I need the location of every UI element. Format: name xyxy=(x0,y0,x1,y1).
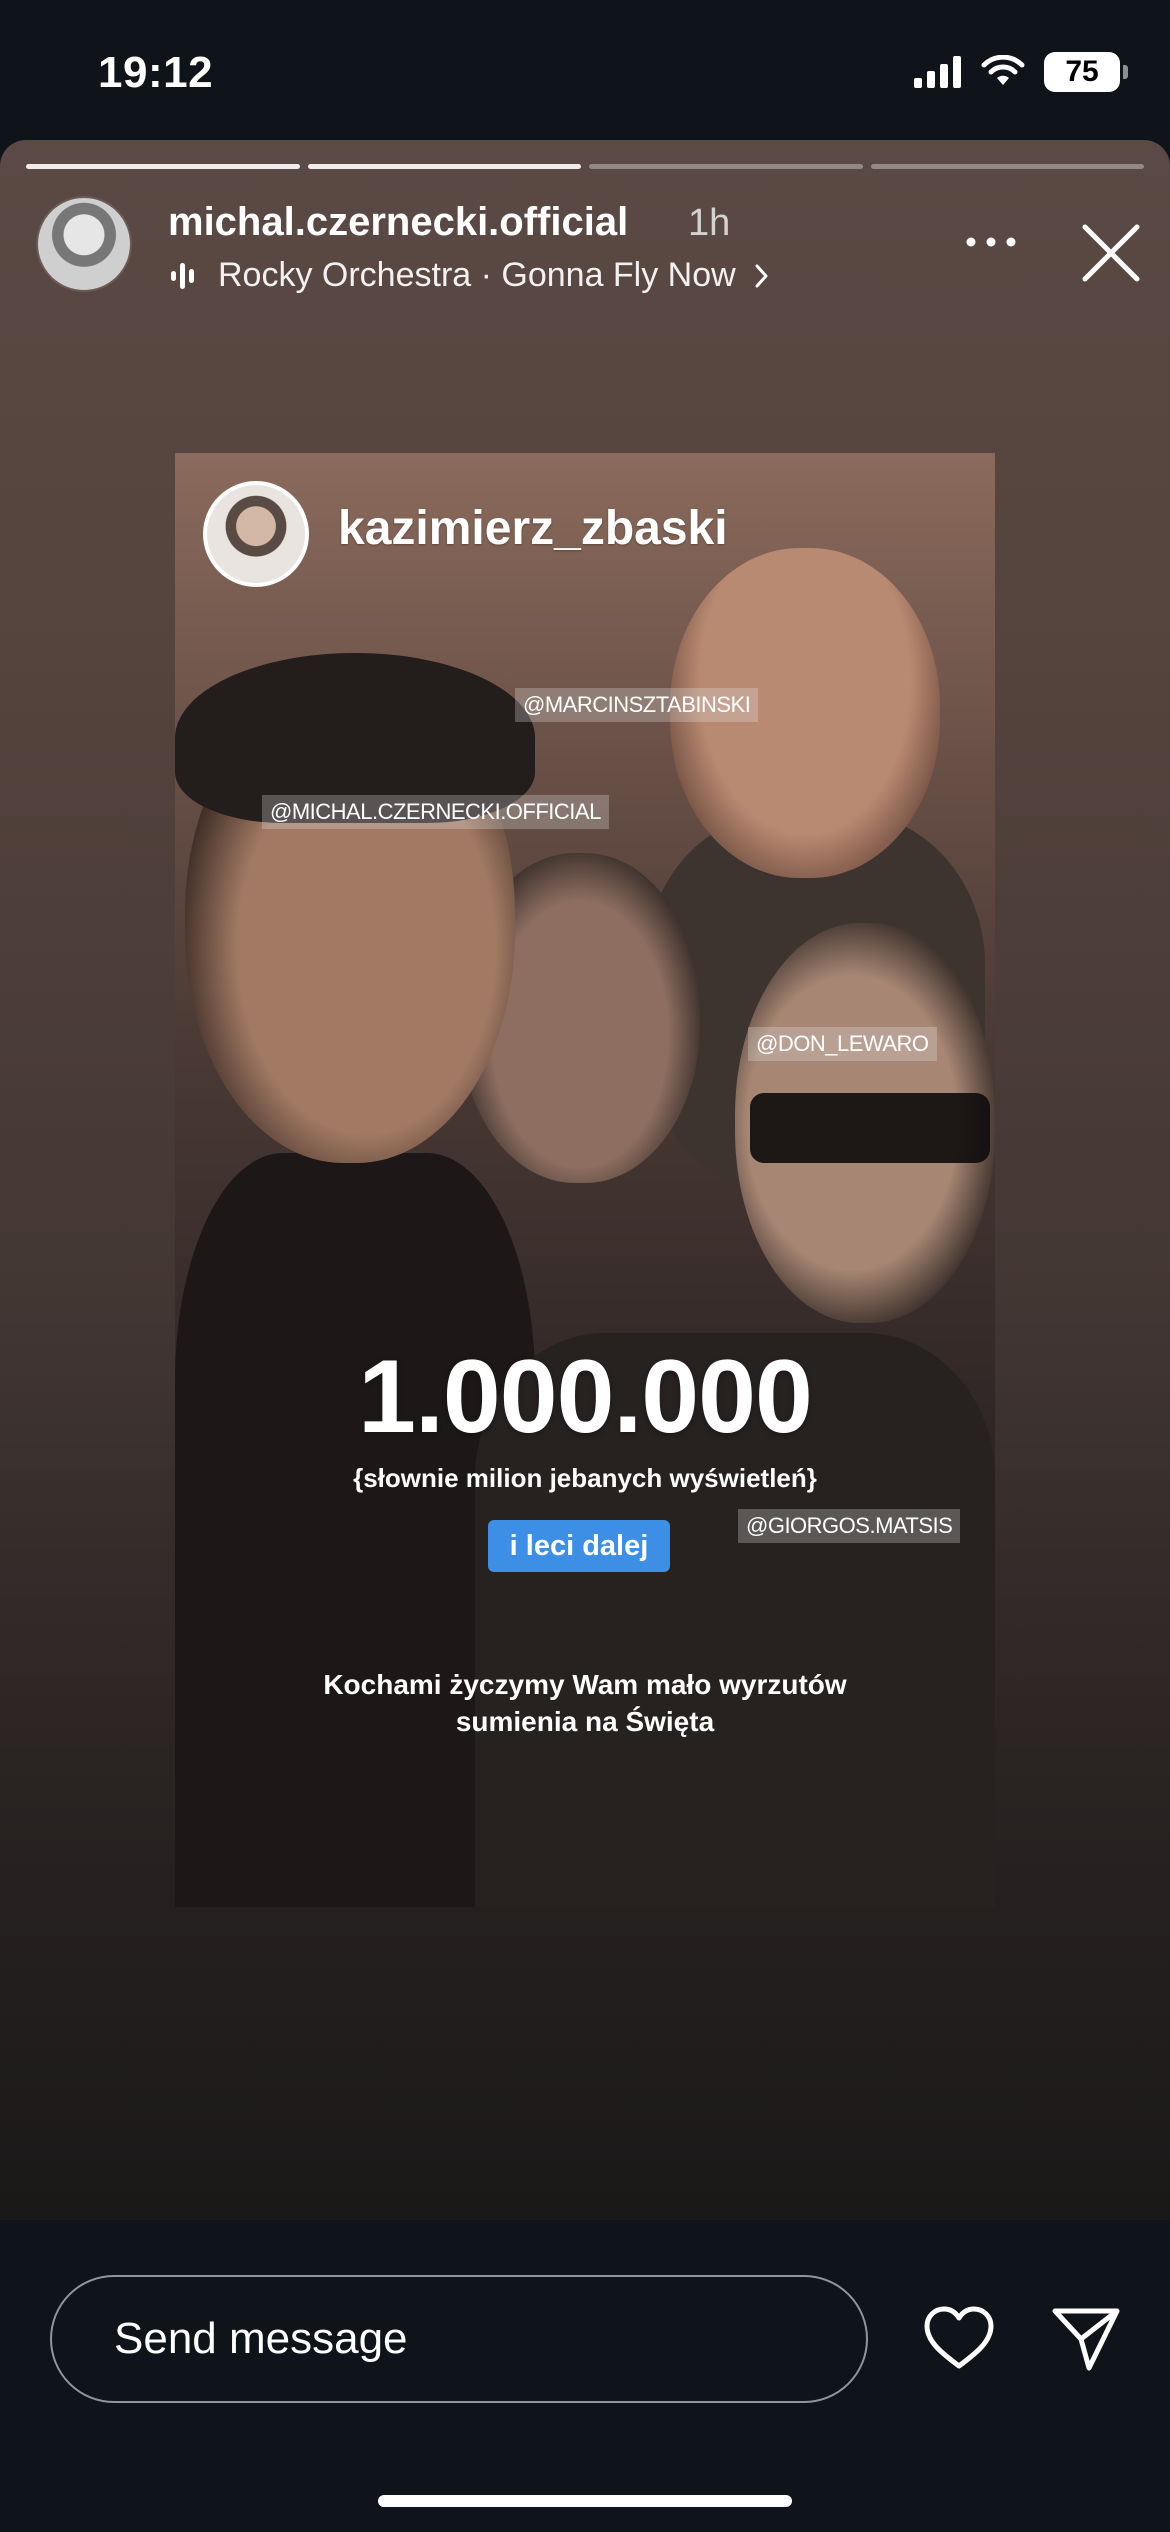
progress-segment xyxy=(870,164,1144,169)
more-options-button[interactable] xyxy=(956,222,1026,262)
chevron-right-icon xyxy=(755,264,768,287)
like-button[interactable] xyxy=(920,2302,998,2376)
story-header: michal.czernecki.official 1h Rocky Orche… xyxy=(36,196,1146,306)
mention-tag[interactable]: @MICHAL.CZERNECKI.OFFICIAL xyxy=(262,795,609,829)
photo-person xyxy=(750,1093,990,1163)
headline-number: 1.000.000 xyxy=(358,1339,813,1455)
more-horizontal-icon xyxy=(966,237,1016,247)
reposted-photo[interactable]: kazimierz_zbaski @MARCINSZTABINSKI @MICH… xyxy=(175,453,995,1907)
story-username[interactable]: michal.czernecki.official xyxy=(168,200,628,245)
caption-line: sumienia na Święta xyxy=(455,1706,715,1737)
message-input[interactable] xyxy=(50,2275,868,2403)
progress-segment xyxy=(307,164,581,169)
highlight-pill: i leci dalej xyxy=(488,1520,670,1572)
reply-bar xyxy=(0,2220,1170,2532)
share-button[interactable] xyxy=(1048,2302,1124,2376)
mention-tag[interactable]: @GIORGOS.MATSIS xyxy=(738,1509,961,1543)
wifi-icon xyxy=(981,55,1025,85)
mention-tag[interactable]: @MARCINSZTABINSKI xyxy=(515,688,759,722)
headline-subline: {słownie milion jebanych wyświetleń} xyxy=(353,1463,817,1493)
status-bar: 19:12 75 xyxy=(0,0,1170,140)
mention-tag[interactable]: @DON_LEWARO xyxy=(748,1027,937,1061)
story-viewer[interactable]: michal.czernecki.official 1h Rocky Orche… xyxy=(0,140,1170,2220)
repost-avatar[interactable] xyxy=(203,481,309,587)
repost-username[interactable]: kazimierz_zbaski xyxy=(338,501,728,556)
status-time: 19:12 xyxy=(98,48,214,97)
home-indicator xyxy=(378,2495,792,2507)
send-icon xyxy=(1052,2308,1120,2371)
progress-segment xyxy=(589,164,863,169)
close-button[interactable] xyxy=(1076,218,1146,288)
avatar[interactable] xyxy=(36,196,132,292)
heart-icon xyxy=(924,2306,994,2369)
story-progress xyxy=(26,164,1144,169)
story-caption: Kochami życzymy Wam mało wyrzutów sumien… xyxy=(235,1666,935,1740)
music-label: Rocky Orchestra · Gonna Fly Now xyxy=(218,256,736,294)
close-icon xyxy=(1082,224,1140,282)
progress-segment xyxy=(26,164,300,169)
story-time-ago: 1h xyxy=(688,202,731,244)
status-icons: 75 xyxy=(914,52,1128,92)
music-attribution[interactable]: Rocky Orchestra · Gonna Fly Now xyxy=(170,256,770,295)
caption-line: Kochami życzymy Wam mało wyrzutów xyxy=(323,1669,847,1700)
music-bars-icon xyxy=(171,262,194,289)
signal-icon xyxy=(914,56,961,88)
battery-icon: 75 xyxy=(1044,52,1128,92)
